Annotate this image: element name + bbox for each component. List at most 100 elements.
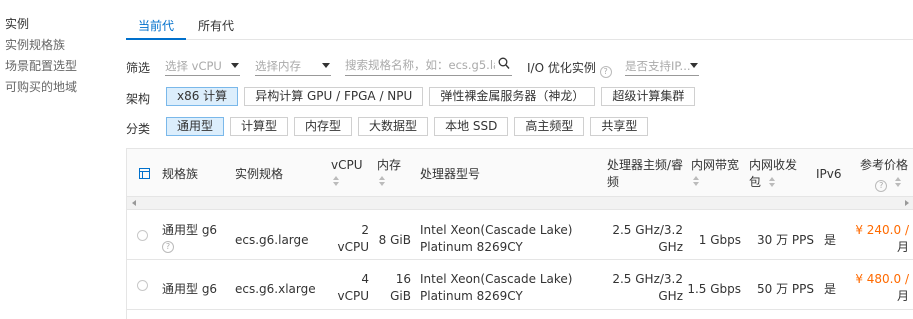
table-row[interactable]: 通用型 g6 ? ecs.g6.large 2 vCPU 8 GiB Intel… — [127, 211, 913, 260]
nav-item-available-regions[interactable]: 可购买的地域 — [5, 77, 105, 98]
category-option-memory[interactable]: 内存型 — [294, 117, 353, 136]
header-price-cell: 参考价格 ? — [860, 157, 908, 192]
cell-price-amount: ¥ 240.0 / — [855, 223, 909, 237]
chevron-down-icon — [322, 63, 330, 68]
column-settings-icon[interactable] — [139, 168, 150, 179]
horizontal-scrollbar[interactable] — [127, 197, 913, 210]
category-option-local-ssd[interactable]: 本地 SSD — [434, 117, 509, 136]
cell-cpu-model-line1: Intel Xeon(Cascade Lake) — [420, 272, 573, 286]
cell-family: 通用型 g6 — [162, 223, 218, 237]
category-option-high-frequency[interactable]: 高主频型 — [514, 117, 585, 136]
arch-option-bare-metal[interactable]: 弹性裸金属服务器（神龙） — [429, 87, 596, 106]
header-family: 规格族 — [162, 167, 199, 181]
cell-pps: 30 万 PPS — [757, 233, 814, 247]
cell-vcpu: 2 vCPU — [327, 222, 370, 256]
sort-icon[interactable] — [333, 176, 341, 187]
scroll-right-arrow-icon[interactable] — [905, 200, 909, 206]
cell-ipv6: 是 — [824, 282, 837, 296]
cell-vcpu-number: 4 — [361, 272, 369, 286]
cell-price: ¥ 240.0 / 月 — [849, 222, 909, 256]
help-icon[interactable]: ? — [875, 180, 888, 192]
cell-freq: 2.5 GHz/3.2 GHz — [605, 271, 683, 305]
cell-bandwidth: 1.5 Gbps — [687, 282, 741, 296]
scroll-left-arrow-icon[interactable] — [132, 200, 136, 206]
cell-memory-number: 16 — [395, 272, 411, 286]
row-select-radio[interactable] — [137, 230, 148, 241]
cell-cpu-model-line1: Intel Xeon(Cascade Lake) — [420, 223, 573, 237]
nav-item-instance-family[interactable]: 实例规格族 — [5, 35, 105, 56]
cell-freq-line2: GHz — [658, 240, 683, 254]
arch-option-super-computing[interactable]: 超级计算集群 — [601, 87, 696, 106]
header-ipv6: IPv6 — [816, 167, 842, 181]
io-optimized-select-placeholder: 是否支持IP... — [625, 59, 691, 73]
header-spec: 实例规格 — [235, 167, 284, 181]
memory-select[interactable]: 选择内存 — [255, 56, 331, 76]
table-row[interactable]: 通用型 g6 ecs.g6.xlarge 4 vCPU 16 GiB Intel… — [127, 261, 913, 310]
cell-spec: ecs.g6.xlarge — [235, 282, 316, 296]
sort-icon[interactable] — [379, 176, 387, 187]
io-optimized-label: I/O 优化实例 ? — [527, 59, 612, 78]
io-optimized-select[interactable]: 是否支持IP... — [625, 56, 699, 76]
cell-memory: 16 GiB — [373, 271, 411, 305]
header-vcpu-cell[interactable]: vCPU — [331, 157, 363, 187]
cell-vcpu: 4 vCPU — [327, 271, 370, 305]
nav-item-instance[interactable]: 实例 — [5, 14, 105, 35]
io-optimized-text: I/O 优化实例 — [527, 61, 596, 75]
tab-current-generation[interactable]: 当前代 — [138, 17, 174, 34]
active-tab-indicator — [126, 38, 186, 40]
cell-freq: 2.5 GHz/3.2 GHz — [605, 222, 683, 256]
generation-tabs: 当前代 所有代 — [126, 10, 913, 40]
help-icon[interactable]: ? — [599, 66, 612, 78]
category-option-big-data[interactable]: 大数据型 — [358, 117, 429, 136]
cell-memory: 8 GiB — [378, 233, 411, 247]
chevron-down-icon — [690, 63, 698, 68]
cell-memory-unit: GiB — [390, 289, 411, 303]
cell-vcpu-unit: vCPU — [337, 240, 370, 254]
cell-ipv6: 是 — [824, 233, 837, 247]
cell-cpu-model-line2: Platinum 8269CY — [420, 240, 523, 254]
cell-spec: ecs.g6.large — [235, 233, 309, 247]
filter-label: 筛选 — [126, 61, 151, 75]
cell-freq-line1: 2.5 GHz/3.2 — [612, 272, 683, 286]
spec-search-input[interactable] — [345, 56, 495, 74]
sort-icon[interactable] — [768, 177, 777, 188]
header-pps-cell[interactable]: 内网收发包 — [749, 157, 805, 191]
cell-cpu-model-line2: Platinum 8269CY — [420, 289, 523, 303]
search-icon[interactable] — [498, 57, 510, 71]
arch-options: x86 计算 异构计算 GPU / FPGA / NPU 弹性裸金属服务器（神龙… — [166, 87, 696, 106]
vcpu-select[interactable]: 选择 vCPU — [165, 56, 240, 76]
row-select-radio[interactable] — [137, 280, 148, 291]
header-freq: 处理器主频/睿频 — [607, 158, 684, 189]
cell-bandwidth: 1 Gbps — [698, 233, 741, 247]
cell-vcpu-number: 2 — [361, 223, 369, 237]
arch-label: 架构 — [126, 92, 151, 106]
cell-freq-line2: GHz — [658, 289, 683, 303]
help-icon[interactable]: ? — [162, 241, 174, 253]
cell-price-amount: ¥ 480.0 / — [855, 272, 909, 286]
instance-table: 规格族 实例规格 vCPU 内存 处理器型号 处理器主频/睿频 内网带宽 内网收… — [126, 148, 913, 319]
category-label: 分类 — [126, 122, 151, 136]
header-bandwidth-cell[interactable]: 内网带宽 — [691, 157, 739, 187]
header-cpu-model: 处理器型号 — [420, 167, 481, 181]
nav-item-scenario-selection[interactable]: 场景配置选型 — [5, 56, 105, 77]
table-header: 规格族 实例规格 vCPU 内存 处理器型号 处理器主频/睿频 内网带宽 内网收… — [127, 149, 913, 197]
category-option-compute[interactable]: 计算型 — [230, 117, 289, 136]
tab-all-generations[interactable]: 所有代 — [198, 17, 234, 34]
cell-family: 通用型 g6 — [162, 282, 218, 296]
category-option-shared[interactable]: 共享型 — [590, 117, 649, 136]
header-price: 参考价格 — [860, 158, 909, 172]
memory-select-placeholder: 选择内存 — [255, 59, 301, 73]
arch-option-heterogeneous[interactable]: 异构计算 GPU / FPGA / NPU — [244, 87, 424, 106]
header-memory-cell[interactable]: 内存 — [377, 157, 401, 187]
arch-option-x86[interactable]: x86 计算 — [166, 87, 239, 106]
cell-price-unit: 月 — [896, 289, 909, 303]
sort-icon[interactable] — [895, 177, 903, 188]
category-options: 通用型 计算型 内存型 大数据型 本地 SSD 高主频型 共享型 — [166, 117, 649, 136]
cell-vcpu-unit: vCPU — [337, 289, 370, 303]
category-option-general[interactable]: 通用型 — [166, 117, 225, 136]
header-bandwidth: 内网带宽 — [691, 158, 740, 172]
vcpu-select-placeholder: 选择 vCPU — [165, 59, 222, 73]
sort-icon[interactable] — [693, 176, 701, 187]
cell-price-unit: 月 — [896, 240, 909, 254]
spec-search — [345, 56, 512, 76]
